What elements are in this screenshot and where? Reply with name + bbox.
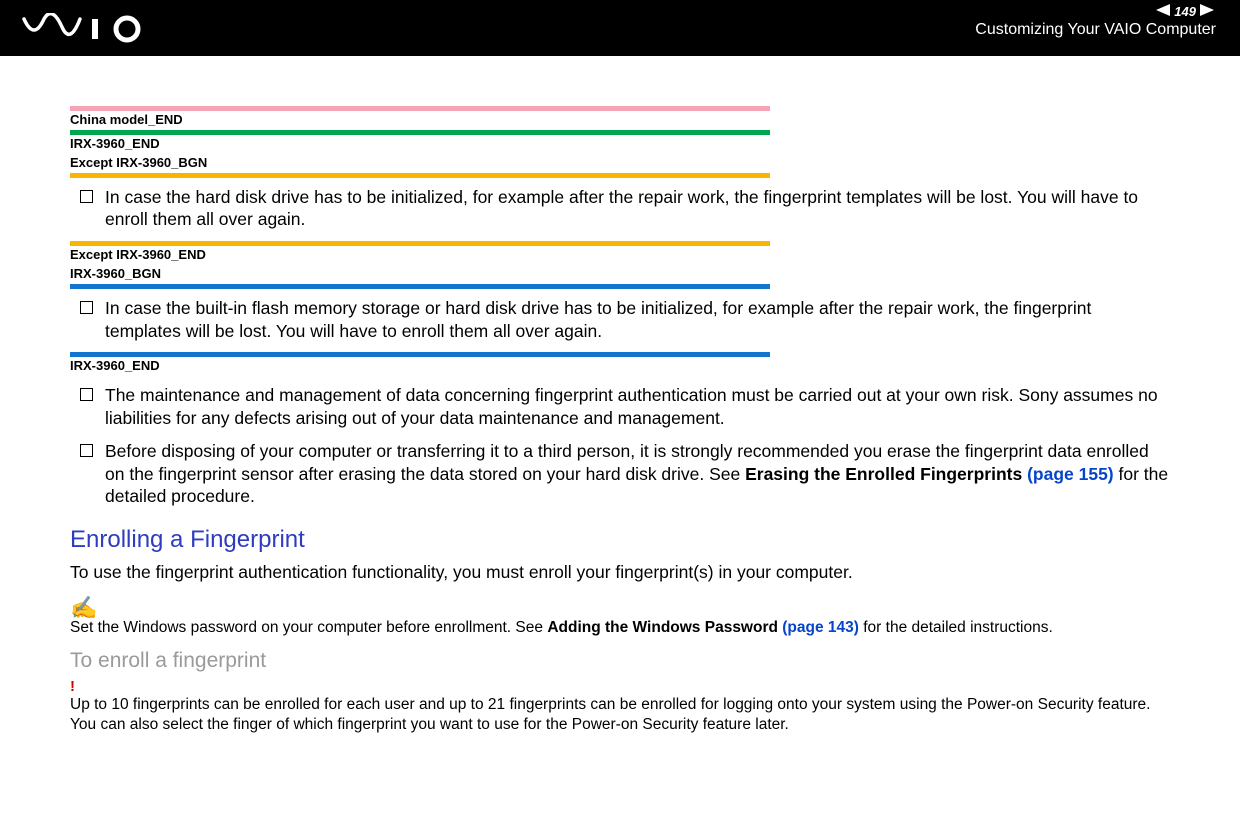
alert-block: ! Up to 10 fingerprints can be enrolled …	[70, 679, 1170, 735]
page-link[interactable]: (page 143)	[782, 619, 859, 636]
list-item: In case the built-in flash memory storag…	[70, 297, 1170, 343]
page-body: China model_END IRX-3960_END Except IRX-…	[0, 56, 1240, 783]
tag-label: IRX-3960_END	[70, 135, 1170, 154]
section-title: Customizing Your VAIO Computer	[975, 21, 1216, 39]
paragraph: To use the fingerprint authentication fu…	[70, 562, 1170, 583]
alert-text: Up to 10 fingerprints can be enrolled fo…	[70, 695, 1170, 735]
note-icon: ✍	[70, 597, 1170, 619]
page-header: 149 Customizing Your VAIO Computer	[0, 0, 1240, 56]
list-item: Before disposing of your computer or tra…	[70, 440, 1170, 508]
tag-label: China model_END	[70, 111, 1170, 130]
heading-enrolling: Enrolling a Fingerprint	[70, 526, 1170, 554]
divider-blue	[70, 284, 770, 289]
alert-icon: !	[70, 679, 1170, 694]
text-part: for the detailed instructions.	[859, 619, 1053, 636]
tag-irx-end: IRX-3960_END	[70, 352, 1170, 376]
vaio-logo	[22, 13, 162, 48]
note-block: ✍ Set the Windows password on your compu…	[70, 597, 1170, 637]
tag-label: IRX-3960_BGN	[70, 265, 1170, 284]
page-link[interactable]: (page 155)	[1027, 464, 1114, 484]
bullet-text: In case the built-in flash memory storag…	[105, 297, 1170, 343]
nav-prev-icon[interactable]	[1154, 4, 1170, 19]
tag-label: IRX-3960_END	[70, 357, 1170, 376]
divider-yellow	[70, 173, 770, 178]
bullet-icon	[80, 301, 93, 314]
tag-china-end: China model_END IRX-3960_END Except IRX-…	[70, 106, 1170, 178]
bullet-icon	[80, 388, 93, 401]
text-bold: Erasing the Enrolled Fingerprints	[745, 464, 1027, 484]
text-bold: Adding the Windows Password	[547, 619, 782, 636]
tag-label: Except IRX-3960_END	[70, 246, 1170, 265]
bullet-text: In case the hard disk drive has to be in…	[105, 186, 1170, 232]
bullet-icon	[80, 190, 93, 203]
note-text: Set the Windows password on your compute…	[70, 619, 1170, 637]
list-item: The maintenance and management of data c…	[70, 384, 1170, 430]
heading-to-enroll: To enroll a fingerprint	[70, 649, 1170, 673]
bullet-icon	[80, 444, 93, 457]
text-part: Set the Windows password on your compute…	[70, 619, 547, 636]
header-nav: 149 Customizing Your VAIO Computer	[975, 4, 1216, 39]
tag-label: Except IRX-3960_BGN	[70, 154, 1170, 173]
page-number: 149	[1174, 4, 1196, 19]
bullet-text: Before disposing of your computer or tra…	[105, 440, 1170, 508]
tag-except-irx-end: Except IRX-3960_END IRX-3960_BGN	[70, 241, 1170, 289]
list-item: In case the hard disk drive has to be in…	[70, 186, 1170, 232]
nav-next-icon[interactable]	[1200, 4, 1216, 19]
bullet-text: The maintenance and management of data c…	[105, 384, 1170, 430]
